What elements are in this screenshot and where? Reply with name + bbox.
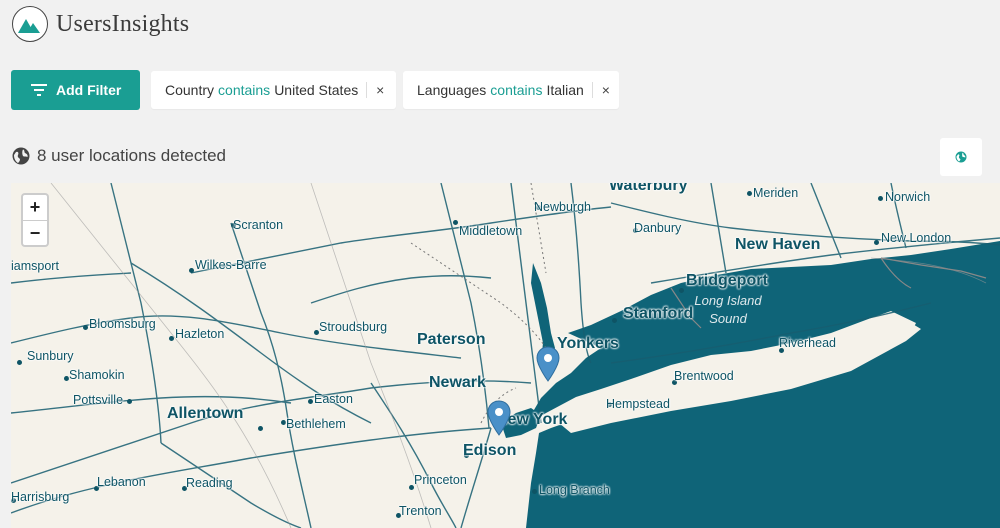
- city-label-edison: Edison: [463, 442, 517, 459]
- city-label-easton: Easton: [314, 392, 353, 406]
- user-location-map[interactable]: + − Waterbury Meriden Norwich Newburgh D…: [11, 183, 1000, 528]
- zoom-control: + −: [21, 193, 49, 247]
- city-dot: [17, 360, 22, 365]
- city-label-bridgeport: Bridgeport: [686, 272, 768, 289]
- city-label-danbury: Danbury: [634, 221, 682, 235]
- city-dot: [127, 399, 132, 404]
- globe-icon: [955, 151, 967, 163]
- filter-value: United States: [274, 82, 359, 98]
- add-filter-label: Add Filter: [56, 82, 122, 98]
- city-label-sunbury: Sunbury: [27, 349, 74, 363]
- remove-filter-icon[interactable]: ×: [367, 82, 393, 98]
- filter-operator: contains: [218, 82, 271, 98]
- city-label-paterson: Paterson: [417, 331, 486, 348]
- city-label-yonkers: Yonkers: [557, 335, 619, 352]
- filter-value: Italian: [546, 82, 584, 98]
- city-label-scranton: Scranton: [233, 218, 284, 232]
- filter-chip-country[interactable]: Country contains United States ×: [151, 71, 396, 109]
- city-label-harrisburg: Harrisburg: [11, 490, 70, 504]
- city-dot: [169, 336, 174, 341]
- city-label-waterbury: Waterbury: [609, 183, 688, 194]
- city-dot: [308, 399, 313, 404]
- map-pin-icon[interactable]: [487, 400, 511, 436]
- city-dot: [258, 426, 263, 431]
- city-label-reading: Reading: [186, 476, 233, 490]
- city-label-meriden: Meriden: [753, 186, 799, 200]
- city-label-long-branch: Long Branch: [539, 483, 610, 497]
- city-label-trenton: Trenton: [399, 504, 442, 518]
- add-filter-button[interactable]: Add Filter: [11, 70, 140, 110]
- zoom-in-button[interactable]: +: [23, 195, 47, 220]
- city-label-brentwood: Brentwood: [674, 369, 734, 383]
- locations-count-text: 8 user locations detected: [37, 146, 227, 165]
- mountain-logo-icon: [12, 6, 48, 42]
- city-dot: [453, 220, 458, 225]
- city-label-new-haven: New Haven: [735, 236, 821, 253]
- globe-icon: [12, 147, 30, 165]
- filter-icon: [31, 84, 47, 96]
- city-label-newark: Newark: [429, 374, 486, 391]
- brand: UsersInsights: [12, 6, 189, 42]
- city-label-princeton: Princeton: [414, 473, 467, 487]
- city-dot: [532, 489, 537, 494]
- city-dot: [874, 240, 879, 245]
- city-label-bloomsburg: Bloomsburg: [89, 317, 156, 331]
- city-label-bethlehem: Bethlehem: [286, 417, 346, 431]
- city-dot: [189, 268, 194, 273]
- city-label-pottsville: Pottsville: [73, 393, 124, 407]
- globe-view-button[interactable]: [940, 138, 982, 176]
- city-dot: [83, 325, 88, 330]
- city-label-stamford: Stamford: [623, 305, 694, 322]
- filter-field: Country: [165, 82, 215, 98]
- city-dot: [612, 318, 617, 323]
- city-label-wilkes-barre: Wilkes-Barre: [195, 258, 267, 272]
- city-dot: [679, 288, 684, 293]
- locations-summary: 8 user locations detected: [12, 146, 226, 166]
- city-label-middletown: Middletown: [459, 224, 523, 238]
- city-label-hazleton: Hazleton: [175, 327, 225, 341]
- city-label-hempstead: Hempstead: [606, 397, 670, 411]
- city-label-stroudsburg: Stroudsburg: [319, 320, 388, 334]
- city-label-williamsport: iamsport: [11, 259, 59, 273]
- city-label-newburgh: Newburgh: [534, 200, 591, 214]
- city-label-new-london: New London: [881, 231, 952, 245]
- filter-field: Languages: [417, 82, 487, 98]
- map-pin-icon[interactable]: [536, 346, 560, 382]
- brand-name: UsersInsights: [56, 10, 190, 37]
- city-dot: [878, 196, 883, 201]
- filter-chip-languages[interactable]: Languages contains Italian ×: [403, 71, 619, 109]
- filter-operator: contains: [490, 82, 543, 98]
- city-label-lebanon: Lebanon: [97, 475, 146, 489]
- city-dot: [747, 191, 752, 196]
- remove-filter-icon[interactable]: ×: [593, 82, 619, 98]
- city-label-shamokin: Shamokin: [69, 368, 125, 382]
- zoom-out-button[interactable]: −: [23, 220, 47, 245]
- city-label-riverhead: Riverhead: [779, 336, 836, 350]
- water-label-long-island-sound: Long Island Sound: [694, 293, 762, 326]
- city-label-norwich: Norwich: [885, 190, 931, 204]
- city-label-allentown: Allentown: [167, 405, 244, 422]
